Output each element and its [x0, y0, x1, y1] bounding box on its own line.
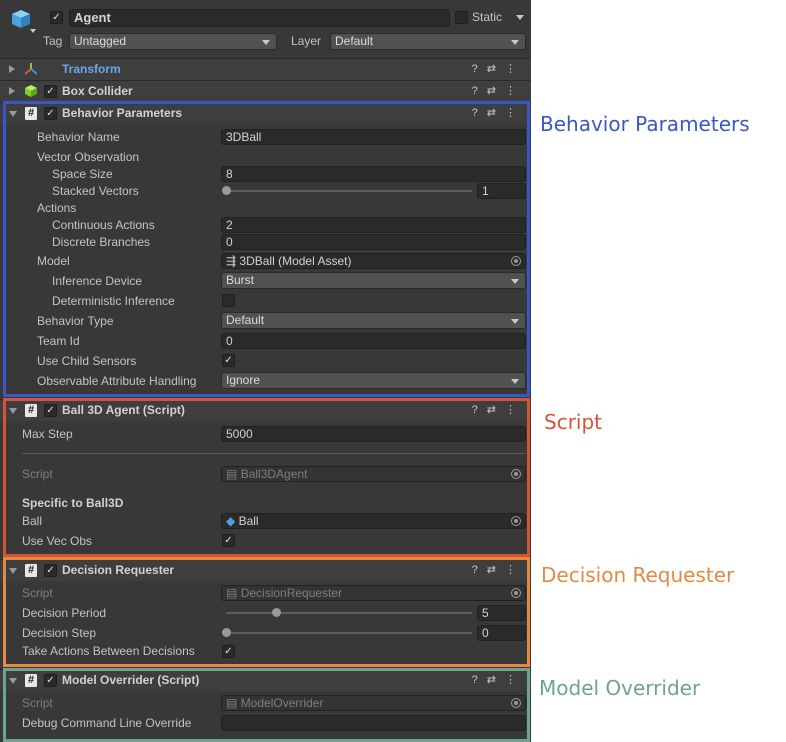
- layer-label: Layer: [291, 34, 322, 48]
- active-checkbox[interactable]: ✓: [50, 11, 63, 24]
- header-icons[interactable]: ?⇄⋮: [472, 62, 525, 75]
- presets-icon[interactable]: ⇄: [487, 63, 505, 75]
- menu-icon[interactable]: ⋮: [505, 63, 525, 75]
- decision-requester-frame: [3, 557, 530, 667]
- static-dropdown-arrow[interactable]: [516, 15, 524, 20]
- tag-value: Untagged: [74, 34, 127, 48]
- foldout-arrow-icon[interactable]: [9, 65, 15, 73]
- model-overrider-frame: [3, 668, 530, 742]
- static-label: Static: [472, 10, 503, 24]
- static-checkbox[interactable]: [455, 11, 468, 24]
- layer-dropdown[interactable]: Default: [330, 33, 526, 50]
- behavior-parameters-frame: [3, 101, 530, 397]
- tag-dropdown[interactable]: Untagged: [69, 33, 277, 50]
- menu-icon[interactable]: ⋮: [505, 85, 525, 97]
- behavior-parameters-annotation: Behavior Parameters: [540, 112, 750, 136]
- header-icons[interactable]: ?⇄⋮: [472, 84, 525, 97]
- presets-icon[interactable]: ⇄: [487, 85, 505, 97]
- box-collider-title: Box Collider: [62, 84, 133, 98]
- transform-header[interactable]: Transform ?⇄⋮: [0, 58, 531, 80]
- decision-requester-annotation: Decision Requester: [541, 563, 735, 587]
- model-overrider-annotation: Model Overrider: [539, 676, 701, 700]
- script-annotation: Script: [544, 410, 603, 434]
- box-collider-enabled-checkbox[interactable]: ✓: [44, 85, 57, 98]
- gameobject-icon: [10, 8, 32, 30]
- box-collider-icon: [24, 84, 38, 98]
- icon-dropdown-arrow[interactable]: [30, 29, 36, 33]
- help-icon[interactable]: ?: [472, 63, 487, 75]
- foldout-arrow-icon[interactable]: [9, 87, 15, 95]
- layer-value: Default: [335, 34, 374, 48]
- transform-title: Transform: [62, 62, 121, 76]
- help-icon[interactable]: ?: [472, 85, 487, 97]
- box-collider-header[interactable]: ✓ Box Collider ?⇄⋮: [0, 80, 531, 102]
- transform-icon: [24, 63, 38, 75]
- tag-label: Tag: [43, 34, 63, 48]
- script-frame: [3, 398, 530, 557]
- name-field[interactable]: Agent: [69, 9, 450, 27]
